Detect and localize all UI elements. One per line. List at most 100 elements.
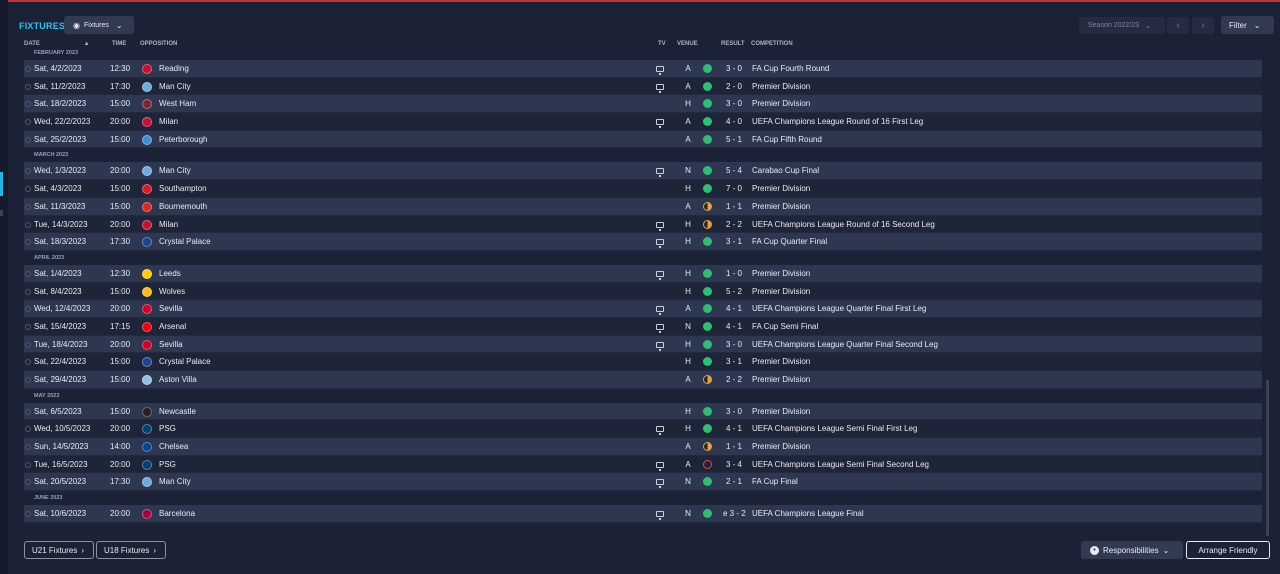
competition-name[interactable]: UEFA Champions League Final bbox=[752, 505, 864, 522]
select-dot[interactable] bbox=[25, 511, 31, 518]
column-header-opposition[interactable]: OPPOSITION bbox=[140, 41, 177, 47]
opposition-name[interactable]: Leeds bbox=[159, 265, 181, 282]
fixture-row[interactable]: Sat, 4/2/2023 12:30 Reading A 3 - 0 FA Cup Fo… bbox=[24, 60, 1262, 78]
score[interactable]: 5 - 2 bbox=[723, 283, 745, 300]
competition-name[interactable]: FA Cup Fifth Round bbox=[752, 131, 822, 148]
select-dot[interactable] bbox=[25, 239, 31, 246]
fixture-row[interactable]: Sat, 18/2/2023 15:00 West Ham H 3 - 0 Premier… bbox=[24, 95, 1262, 114]
opposition-name[interactable]: Man City bbox=[159, 473, 191, 490]
column-header-tv[interactable]: TV bbox=[658, 41, 666, 47]
arrange-friendly-button[interactable]: Arrange Friendly bbox=[1186, 541, 1270, 559]
score[interactable]: 4 - 1 bbox=[723, 318, 745, 335]
score[interactable]: 3 - 0 bbox=[723, 403, 745, 420]
fixture-row[interactable]: Sat, 20/5/2023 17:30 Man City N 2 - 1 FA Cup … bbox=[24, 473, 1262, 492]
opposition-name[interactable]: Wolves bbox=[159, 283, 185, 300]
fixture-row[interactable]: Tue, 16/5/2023 20:00 PSG A 3 - 4 UEFA Champio… bbox=[24, 455, 1262, 474]
fixture-row[interactable]: Sat, 22/4/2023 15:00 Crystal Palace H 3 - 1 P… bbox=[24, 353, 1262, 371]
select-dot[interactable] bbox=[25, 377, 31, 383]
column-header-result[interactable]: RESULT bbox=[721, 41, 745, 47]
fixture-row[interactable]: Wed, 1/3/2023 20:00 Man City N 5 - 4 Carabao … bbox=[24, 162, 1262, 181]
fixture-row[interactable]: Sat, 10/6/2023 20:00 Barcelona Ne 3 - 2 UEFA… bbox=[24, 505, 1262, 523]
opposition-name[interactable]: Milan bbox=[159, 113, 178, 130]
competition-name[interactable]: UEFA Champions League Quarter Final Firs… bbox=[752, 300, 926, 317]
select-dot[interactable] bbox=[25, 461, 31, 468]
opposition-name[interactable]: Sevilla bbox=[159, 336, 183, 353]
next-season-button[interactable]: › bbox=[1192, 17, 1214, 34]
score[interactable]: e 3 - 2 bbox=[723, 505, 746, 522]
fixture-row[interactable]: Sat, 18/3/2023 17:30 Crystal Palace H 3 - 1 F… bbox=[24, 233, 1262, 251]
fixture-row[interactable]: Wed, 22/2/2023 20:00 Milan A 4 - 0 UEFA Champ… bbox=[24, 113, 1262, 131]
competition-name[interactable]: Premier Division bbox=[752, 438, 810, 455]
select-dot[interactable] bbox=[25, 270, 31, 277]
opposition-name[interactable]: Crystal Palace bbox=[159, 233, 211, 250]
competition-name[interactable]: FA Cup Semi Final bbox=[752, 318, 818, 335]
opposition-name[interactable]: Milan bbox=[159, 216, 178, 233]
opposition-name[interactable]: Man City bbox=[159, 78, 191, 95]
select-dot[interactable] bbox=[25, 479, 31, 486]
opposition-name[interactable]: Newcastle bbox=[159, 403, 196, 420]
competition-name[interactable]: FA Cup Final bbox=[752, 473, 798, 490]
column-header-date[interactable]: DATE ▲ bbox=[24, 41, 90, 47]
fixture-row[interactable]: Sat, 1/4/2023 12:30 Leeds H 1 - 0 Premier Div… bbox=[24, 264, 1262, 283]
select-dot[interactable] bbox=[25, 221, 31, 228]
competition-name[interactable]: UEFA Champions League Round of 16 Second… bbox=[752, 216, 935, 233]
competition-name[interactable]: Carabao Cup Final bbox=[752, 162, 819, 179]
opposition-name[interactable]: Southampton bbox=[159, 180, 207, 197]
competition-name[interactable]: FA Cup Quarter Final bbox=[752, 233, 827, 250]
score[interactable]: 3 - 0 bbox=[723, 336, 745, 353]
select-dot[interactable] bbox=[25, 341, 31, 348]
select-dot[interactable] bbox=[25, 136, 31, 143]
competition-name[interactable]: Premier Division bbox=[752, 353, 810, 370]
opposition-name[interactable]: West Ham bbox=[159, 95, 196, 112]
competition-name[interactable]: Premier Division bbox=[752, 283, 810, 300]
score[interactable]: 3 - 0 bbox=[723, 60, 745, 77]
select-dot[interactable] bbox=[25, 408, 31, 415]
opposition-name[interactable]: Reading bbox=[159, 60, 189, 77]
score[interactable]: 7 - 0 bbox=[723, 180, 745, 197]
score[interactable]: 4 - 1 bbox=[723, 420, 745, 437]
column-header-competition[interactable]: COMPETITION bbox=[751, 41, 793, 47]
competition-name[interactable]: Premier Division bbox=[752, 265, 810, 282]
opposition-name[interactable]: Barcelona bbox=[159, 505, 195, 522]
opposition-name[interactable]: Aston Villa bbox=[159, 371, 197, 388]
u18-fixtures-button[interactable]: U18 Fixtures › bbox=[96, 541, 166, 559]
score[interactable]: 2 - 2 bbox=[723, 371, 745, 388]
column-header-time[interactable]: TIME bbox=[112, 41, 126, 47]
opposition-name[interactable]: Peterborough bbox=[159, 131, 207, 148]
score[interactable]: 1 - 1 bbox=[723, 198, 745, 215]
u21-fixtures-button[interactable]: U21 Fixtures › bbox=[24, 541, 94, 559]
select-dot[interactable] bbox=[25, 444, 31, 451]
fixture-row[interactable]: Wed, 10/5/2023 20:00 PSG H 4 - 1 UEFA Champio… bbox=[24, 420, 1262, 439]
competition-name[interactable]: Premier Division bbox=[752, 95, 810, 112]
filter-button[interactable]: Filter ⌄ bbox=[1221, 16, 1274, 34]
score[interactable]: 3 - 0 bbox=[723, 95, 745, 112]
score[interactable]: 1 - 0 bbox=[723, 265, 745, 282]
opposition-name[interactable]: Arsenal bbox=[159, 318, 186, 335]
score[interactable]: 5 - 1 bbox=[723, 131, 745, 148]
opposition-name[interactable]: Crystal Palace bbox=[159, 353, 211, 370]
fixture-row[interactable]: Sat, 4/3/2023 15:00 Southampton H 7 - 0 Premi… bbox=[24, 180, 1262, 198]
select-dot[interactable] bbox=[25, 119, 31, 126]
score[interactable]: 5 - 4 bbox=[723, 162, 745, 179]
select-dot[interactable] bbox=[25, 359, 31, 366]
competition-name[interactable]: Premier Division bbox=[752, 371, 810, 388]
scrollbar[interactable] bbox=[1266, 380, 1269, 536]
select-dot[interactable] bbox=[25, 203, 31, 210]
score[interactable]: 3 - 4 bbox=[723, 456, 745, 473]
competition-name[interactable]: Premier Division bbox=[752, 403, 810, 420]
fixture-row[interactable]: Tue, 14/3/2023 20:00 Milan H 2 - 2 UEFA Champ… bbox=[24, 215, 1262, 234]
competition-name[interactable]: FA Cup Fourth Round bbox=[752, 60, 829, 77]
select-dot[interactable] bbox=[25, 83, 31, 90]
select-dot[interactable] bbox=[25, 186, 31, 193]
opposition-name[interactable]: Chelsea bbox=[159, 438, 188, 455]
competition-name[interactable]: UEFA Champions League Round of 16 First … bbox=[752, 113, 923, 130]
select-dot[interactable] bbox=[25, 168, 31, 175]
score[interactable]: 3 - 1 bbox=[723, 353, 745, 370]
previous-season-button[interactable]: ‹ bbox=[1167, 17, 1189, 34]
score[interactable]: 2 - 2 bbox=[723, 216, 745, 233]
competition-name[interactable]: Premier Division bbox=[752, 198, 810, 215]
score[interactable]: 4 - 1 bbox=[723, 300, 745, 317]
select-dot[interactable] bbox=[25, 288, 31, 295]
select-dot[interactable] bbox=[25, 66, 31, 72]
score[interactable]: 2 - 1 bbox=[723, 473, 745, 490]
